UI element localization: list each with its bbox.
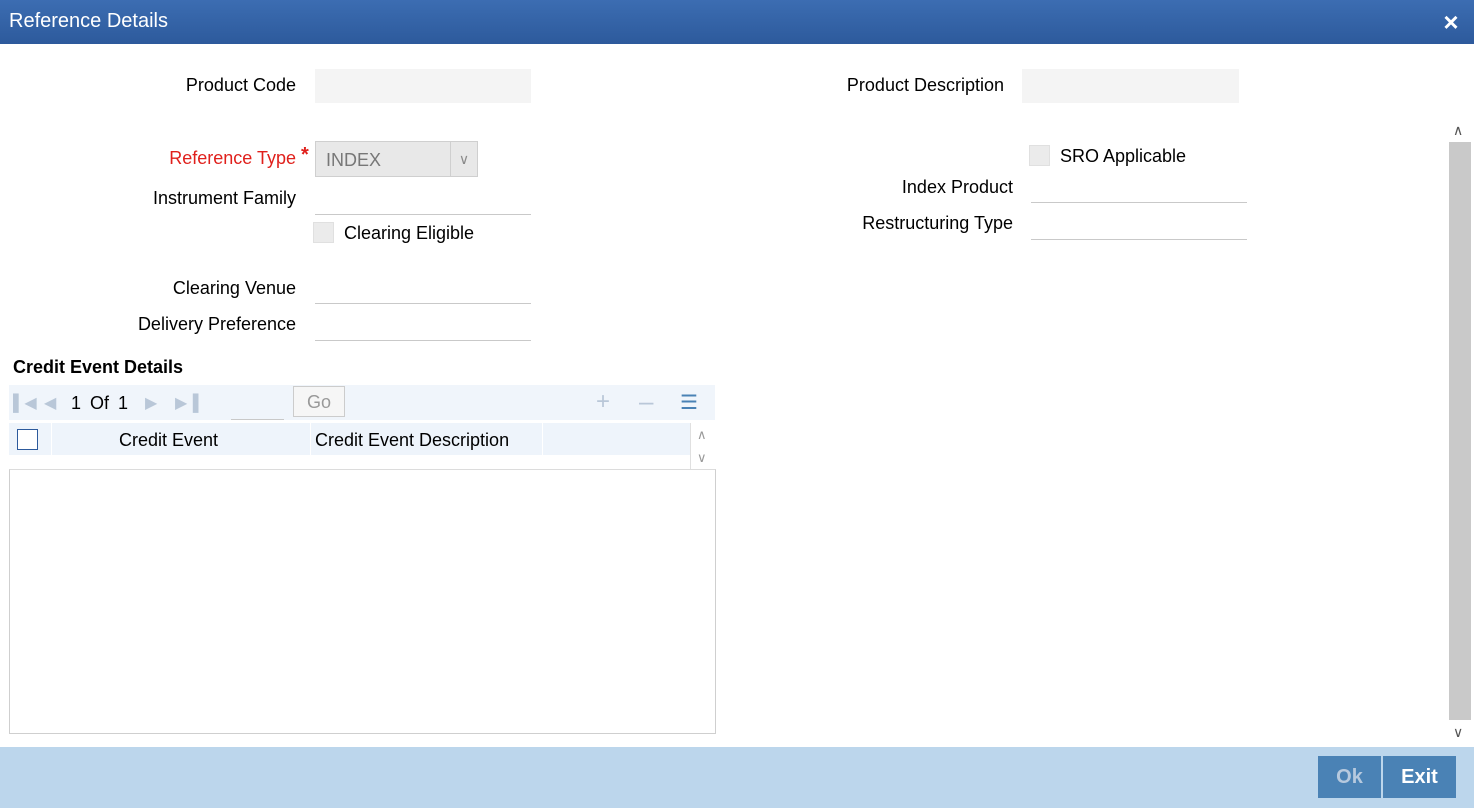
delete-row-icon[interactable]: –	[639, 386, 653, 417]
close-icon[interactable]: ×	[1436, 6, 1466, 38]
reference-type-value: INDEX	[326, 150, 382, 170]
column-header-credit-event[interactable]: Credit Event	[119, 430, 218, 451]
reference-type-label: Reference Type	[169, 148, 296, 168]
column-header-credit-event-description[interactable]: Credit Event Description	[315, 430, 509, 451]
previous-page-icon[interactable]: ◀	[44, 393, 56, 413]
required-icon: *	[301, 144, 309, 166]
chevron-down-icon[interactable]: ∨	[1453, 724, 1463, 741]
restructuring-type-label: Restructuring Type	[862, 213, 1013, 233]
clearing-eligible-checkbox[interactable]	[313, 222, 334, 243]
instrument-family-field[interactable]	[315, 190, 531, 215]
clearing-venue-label: Clearing Venue	[172, 278, 296, 298]
dialog-scrollbar[interactable]: ∧ ∨	[1447, 118, 1474, 745]
delivery-preference-label: Delivery Preference	[137, 314, 296, 334]
product-description-field[interactable]	[1022, 69, 1239, 103]
window-title: Reference Details	[9, 10, 168, 32]
last-page-icon[interactable]: ▶▐	[175, 393, 199, 413]
add-row-icon[interactable]: +	[596, 388, 610, 416]
product-description-label: Product Description	[846, 75, 1004, 95]
page-number-input[interactable]	[231, 395, 284, 420]
next-page-icon[interactable]: ▶	[145, 393, 157, 413]
scrollbar-thumb[interactable]	[1449, 142, 1471, 720]
chevron-up-icon[interactable]: ∧	[697, 427, 707, 443]
column-divider	[51, 423, 52, 455]
grid-header: Credit Event Credit Event Description	[9, 423, 717, 455]
clearing-venue-field[interactable]	[315, 279, 531, 304]
list-view-icon[interactable]: ☰	[680, 390, 698, 415]
delivery-preference-field[interactable]	[315, 316, 531, 341]
product-code-label: Product Code	[185, 75, 296, 95]
exit-button[interactable]: Exit	[1383, 756, 1456, 798]
chevron-up-icon[interactable]: ∧	[1453, 122, 1463, 139]
select-all-checkbox[interactable]	[17, 429, 38, 450]
index-product-field[interactable]	[1031, 178, 1247, 203]
chevron-down-icon[interactable]: ∨	[697, 450, 707, 466]
ok-button[interactable]: Ok	[1318, 756, 1381, 798]
credit-event-details-title: Credit Event Details	[13, 357, 184, 377]
first-page-icon[interactable]: ▌◀	[13, 393, 37, 413]
current-page: 1	[71, 393, 82, 413]
restructuring-type-field[interactable]	[1031, 215, 1247, 240]
go-button[interactable]: Go	[293, 386, 345, 417]
chevron-down-icon[interactable]: ∨	[450, 142, 477, 176]
index-product-label: Index Product	[901, 177, 1013, 197]
page-of-label: Of	[90, 393, 110, 413]
sro-applicable-checkbox[interactable]	[1029, 145, 1050, 166]
product-code-field[interactable]	[315, 69, 531, 103]
grid-toolbar: ▌◀ ◀ 1 Of 1 ▶ ▶▐ Go + – ☰	[9, 385, 715, 420]
column-divider	[542, 423, 543, 455]
sro-applicable-label: SRO Applicable	[1060, 146, 1187, 166]
grid-scrollbar[interactable]: ∧ ∨	[690, 423, 717, 469]
footer-bar: Ok Exit	[0, 747, 1474, 808]
grid-body	[9, 469, 716, 734]
title-bar: Reference Details ×	[0, 0, 1474, 44]
reference-type-select[interactable]: INDEX ∨	[315, 141, 478, 177]
clearing-eligible-label: Clearing Eligible	[344, 223, 475, 243]
column-divider	[310, 423, 311, 455]
instrument-family-label: Instrument Family	[152, 188, 296, 208]
total-pages: 1	[118, 393, 129, 413]
